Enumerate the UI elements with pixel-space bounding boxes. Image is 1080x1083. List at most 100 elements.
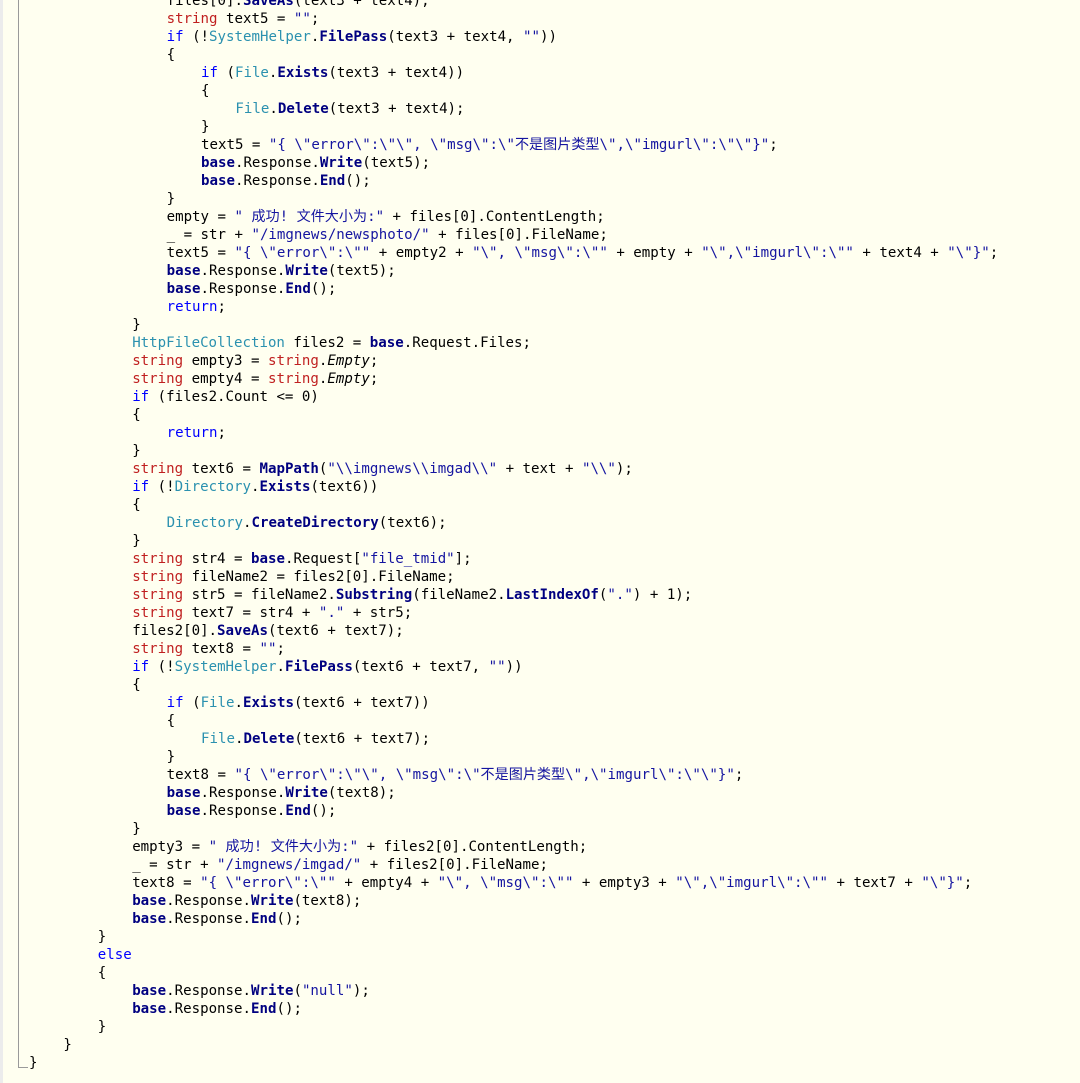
code-token: File [201,731,235,747]
code-token: " 成功! 文件大小为:" [234,209,385,225]
code-line[interactable]: } [98,1018,107,1036]
code-line[interactable]: } [98,928,107,946]
code-token: files2[0]. [132,623,218,639]
code-token: SystemHelper [209,29,311,45]
code-line[interactable]: text8 = "{ \"error\":\"" + empty4 + "\",… [132,874,972,892]
code-line[interactable]: File.Delete(text6 + text7); [201,730,430,748]
code-line[interactable]: } [132,532,141,550]
code-line[interactable]: } [132,442,141,460]
code-line[interactable]: base.Response.End(); [132,1000,302,1018]
code-token: ( [293,983,302,999]
code-line[interactable]: { [132,676,141,694]
code-line[interactable]: return; [167,298,226,316]
code-token: base [166,263,201,279]
code-line[interactable]: } [29,1054,38,1072]
code-line[interactable]: base.Response.End(); [132,910,302,928]
code-line[interactable]: empty = " 成功! 文件大小为:" + files[0].Content… [167,208,605,226]
code-token: files2 = [284,335,370,351]
code-line[interactable]: empty3 = " 成功! 文件大小为:" + files2[0].Conte… [132,838,587,856]
code-line[interactable]: base.Response.Write(text5); [201,154,430,172]
code-line[interactable]: text5 = "{ \"error\":\"" + empty2 + "\",… [167,244,999,262]
code-line[interactable]: files[0].SaveAs(text3 + text4); [167,0,430,10]
code-token: "/imgnews/newsphoto/" [251,227,430,243]
code-token: File [235,101,270,117]
code-line[interactable]: { [167,712,176,730]
code-line[interactable]: text8 = "{ \"error\":\"\", \"msg\":\"不是图… [167,766,744,784]
code-token: Write [285,785,328,801]
code-token: "" [488,659,506,675]
code-line[interactable]: base.Response.Write(text5); [167,262,396,280]
code-line[interactable]: { [98,964,107,982]
code-token: End [285,803,311,819]
code-line[interactable]: base.Response.End(); [167,280,337,298]
code-line[interactable]: string text5 = ""; [167,10,320,28]
code-line[interactable]: if (File.Exists(text6 + text7)) [167,694,430,712]
code-token: empty4 = [183,371,268,387]
code-token: " 成功! 文件大小为:" [208,839,359,855]
code-token: base [201,155,235,171]
code-editor[interactable]: files[0].SaveAs(text3 + text4); string te… [0,0,1080,1083]
code-line[interactable]: { [132,406,141,424]
code-line[interactable]: Directory.CreateDirectory(text6); [167,514,447,532]
code-token: End [285,281,311,297]
code-line[interactable]: HttpFileCollection files2 = base.Request… [132,334,531,352]
code-line[interactable]: string str5 = fileName2.Substring(fileNa… [132,586,692,604]
code-token: . [234,695,244,711]
code-line[interactable]: base.Response.End(); [167,802,337,820]
code-token: ; [217,299,227,315]
code-line[interactable]: string text8 = ""; [132,640,285,658]
code-line[interactable]: _ = str + "/imgnews/newsphoto/" + files[… [167,226,608,244]
code-line[interactable]: if (!SystemHelper.FilePass(text6 + text7… [132,658,522,676]
code-token: else [97,947,132,963]
code-token: string [132,569,184,585]
code-line[interactable]: } [132,316,141,334]
code-line[interactable]: if (File.Exists(text3 + text4)) [201,64,464,82]
code-line[interactable]: base.Response.Write(text8); [167,784,396,802]
fold-guide-line[interactable] [18,0,19,1067]
code-token: Write [251,983,294,999]
code-line[interactable]: } [167,190,176,208]
code-line[interactable]: string fileName2 = files2[0].FileName; [132,568,454,586]
code-token: "\",\"imgurl\":\"" [701,245,854,261]
code-token: )) [540,29,557,45]
code-line[interactable]: _ = str + "/imgnews/imgad/" + files2[0].… [132,856,548,874]
code-line[interactable]: string empty4 = string.Empty; [132,370,378,388]
code-line[interactable]: if (!SystemHelper.FilePass(text3 + text4… [167,28,557,46]
code-line[interactable]: if (!Directory.Exists(text6)) [132,478,378,496]
code-line[interactable]: text5 = "{ \"error\":\"\", \"msg\":\"不是图… [201,136,778,154]
code-token: text5 = [166,245,235,261]
code-token: + files2[0].FileName; [361,857,548,873]
code-token: str5 = fileName2. [183,587,336,603]
code-token: .Response. [166,1001,251,1017]
code-line[interactable]: { [132,496,141,514]
code-token: .Response. [200,785,286,801]
code-line[interactable]: } [132,820,141,838]
code-token: "file_tmid" [361,551,455,567]
code-line[interactable]: { [167,46,176,64]
code-line[interactable]: string text7 = str4 + "." + str5; [132,604,412,622]
code-token: Empty [327,371,370,387]
code-line[interactable]: if (files2.Count <= 0) [132,388,319,406]
code-line[interactable]: } [167,748,176,766]
code-line[interactable]: else [98,946,132,964]
code-line[interactable]: base.Response.End(); [201,172,371,190]
code-line[interactable]: } [63,1036,72,1054]
code-line[interactable]: base.Response.Write("null"); [132,982,370,1000]
code-line[interactable]: string text6 = MapPath("\\imgnews\\imgad… [132,460,633,478]
code-token: (text3 + text4)) [328,65,465,81]
code-token: string [132,641,184,657]
code-line[interactable]: { [201,82,210,100]
code-line[interactable]: } [201,118,210,136]
code-token: . [269,101,278,117]
code-token: string [132,551,184,567]
code-line[interactable]: string str4 = base.Request["file_tmid"]; [132,550,471,568]
code-line[interactable]: files2[0].SaveAs(text6 + text7); [132,622,404,640]
code-line[interactable]: return; [167,424,226,442]
code-token: "\\" [581,461,616,477]
code-line[interactable]: File.Delete(text3 + text4); [235,100,464,118]
code-line[interactable]: base.Response.Write(text8); [132,892,361,910]
code-token: Substring [335,587,413,603]
code-token: "\", \"msg\":\"" [472,245,608,261]
code-token: "" [259,641,277,657]
code-line[interactable]: string empty3 = string.Empty; [132,352,378,370]
